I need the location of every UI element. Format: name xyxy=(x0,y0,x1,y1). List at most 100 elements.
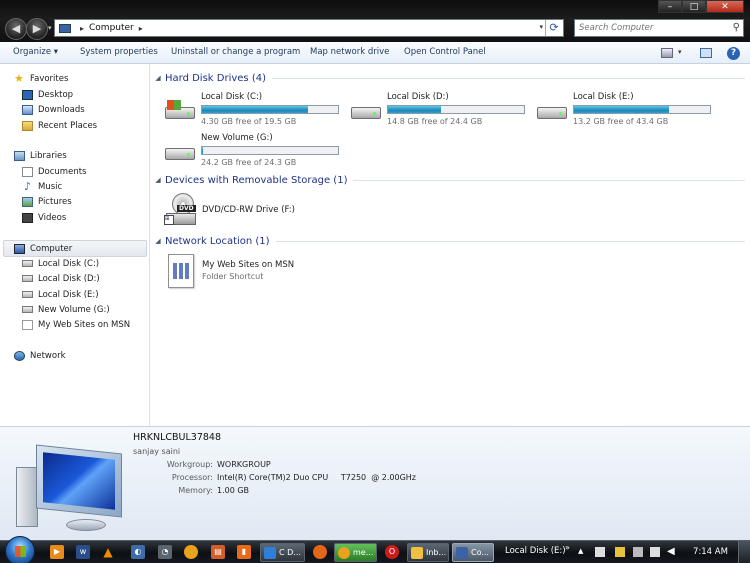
window-controls: – □ ✕ xyxy=(658,0,744,13)
sidebar-item-label: Videos xyxy=(38,212,67,223)
organize-button[interactable]: Organize ▾ xyxy=(13,47,58,57)
sidebar-item-drive-e[interactable]: Local Disk (E:) xyxy=(22,287,99,302)
hard-drive-icon xyxy=(163,141,197,163)
app-icon[interactable]: ▮ xyxy=(237,545,251,559)
sidebar-item-pictures[interactable]: Pictures xyxy=(22,194,72,209)
close-button[interactable]: ✕ xyxy=(706,0,744,13)
drive-name: New Volume (G:) xyxy=(201,133,273,143)
toolbar-chevron[interactable]: » xyxy=(565,543,570,552)
sidebar-item-label: Favorites xyxy=(30,73,69,84)
sidebar-item-network[interactable]: Network xyxy=(14,348,66,363)
preview-pane-icon[interactable] xyxy=(700,48,712,58)
task-label: me... xyxy=(353,548,374,557)
tray-app-icon[interactable] xyxy=(615,547,625,557)
processor-value: Intel(R) Core(TM)2 Duo CPU T7250 @ 2.00G… xyxy=(217,473,416,482)
task-computer[interactable]: Co... xyxy=(452,543,494,562)
opera-icon[interactable]: O xyxy=(385,545,399,559)
sidebar-item-label: Desktop xyxy=(38,89,74,100)
show-desktop-button[interactable] xyxy=(738,541,750,563)
drive-icon xyxy=(22,260,33,267)
search-icon[interactable]: ⚲ xyxy=(733,22,740,33)
dvd-drive-icon[interactable]: DVD ⊞ xyxy=(164,193,198,227)
network-location-name[interactable]: My Web Sites on MSN xyxy=(202,260,294,270)
app-icon[interactable]: w xyxy=(76,545,90,559)
network-icon xyxy=(14,350,25,361)
folder-shortcut-icon[interactable] xyxy=(168,254,194,288)
drive-item-d[interactable]: Local Disk (D:) 14.8 GB free of 24.4 GB xyxy=(349,92,529,128)
sidebar-item-my-web-sites[interactable]: My Web Sites on MSN xyxy=(22,317,130,332)
group-header-removable[interactable]: ◢ Devices with Removable Storage (1) xyxy=(151,173,745,187)
task-inbox[interactable]: Inb... xyxy=(407,543,449,562)
task-ie[interactable]: C D... xyxy=(260,543,305,562)
command-bar: Organize ▾ System properties Uninstall o… xyxy=(0,42,750,64)
minimize-button[interactable]: – xyxy=(658,0,682,13)
drive-usage-fill xyxy=(574,106,670,113)
maximize-button[interactable]: □ xyxy=(682,0,706,13)
sidebar-item-computer[interactable]: Computer xyxy=(14,241,72,256)
sidebar-item-videos[interactable]: Videos xyxy=(22,210,66,225)
sidebar-item-drive-g[interactable]: New Volume (G:) xyxy=(22,302,110,317)
sidebar-item-documents[interactable]: Documents xyxy=(22,164,86,179)
drive-free-space: 13.2 GB free of 43.4 GB xyxy=(573,117,669,126)
divider xyxy=(271,77,745,79)
sidebar-item-label: Documents xyxy=(38,166,87,177)
clock[interactable]: 7:14 AM xyxy=(693,547,728,557)
sidebar-item-drive-d[interactable]: Local Disk (D:) xyxy=(22,271,100,286)
views-icon[interactable] xyxy=(661,48,673,58)
address-toolbar[interactable]: Local Disk (E:) xyxy=(505,546,566,556)
open-control-panel-button[interactable]: Open Control Panel xyxy=(404,47,486,57)
media-player-icon[interactable]: ▶ xyxy=(50,545,64,559)
system-properties-button[interactable]: System properties xyxy=(80,47,158,57)
search-input[interactable] xyxy=(575,20,725,36)
drive-item-g[interactable]: New Volume (G:) 24.2 GB free of 24.3 GB xyxy=(163,133,343,169)
group-header-network[interactable]: ◢ Network Location (1) xyxy=(151,234,745,248)
group-header-hard-disk[interactable]: ◢ Hard Disk Drives (4) xyxy=(151,71,745,85)
back-button[interactable]: ◀ xyxy=(5,18,27,40)
sidebar-item-drive-c[interactable]: Local Disk (C:) xyxy=(22,256,99,271)
network-tray-icon[interactable] xyxy=(650,547,660,557)
help-button[interactable]: ? xyxy=(727,47,740,60)
memory-label: Memory: xyxy=(178,486,213,495)
drive-item-e[interactable]: Local Disk (E:) 13.2 GB free of 43.4 GB xyxy=(535,92,715,128)
battery-icon[interactable] xyxy=(633,547,643,557)
collapse-chevron-icon[interactable]: ◢ xyxy=(151,74,165,82)
chevron-right-icon[interactable]: ▸ xyxy=(80,24,84,33)
vlc-icon[interactable]: ▲ xyxy=(101,545,115,559)
show-hidden-icons-icon[interactable]: ▲ xyxy=(578,547,588,557)
sidebar-item-downloads[interactable]: Downloads xyxy=(22,102,85,117)
sidebar-item-desktop[interactable]: Desktop xyxy=(22,87,73,102)
drive-usage-bar xyxy=(201,105,339,114)
history-dropdown-icon[interactable]: ▾ xyxy=(48,24,52,32)
sidebar-item-recent-places[interactable]: Recent Places xyxy=(22,118,97,133)
app-icon[interactable]: ◐ xyxy=(131,545,145,559)
sidebar-item-libraries[interactable]: Libraries xyxy=(14,148,67,163)
breadcrumb-computer[interactable]: Computer xyxy=(89,23,134,33)
flag-icon[interactable] xyxy=(595,547,605,557)
volume-icon[interactable]: ◀ xyxy=(667,547,677,557)
sidebar-item-music[interactable]: ♪ Music xyxy=(22,179,62,194)
collapse-chevron-icon[interactable]: ◢ xyxy=(151,237,165,245)
app-icon[interactable]: ▤ xyxy=(211,545,225,559)
forward-button[interactable]: ▶ xyxy=(26,18,48,40)
address-bar[interactable]: ▸ Computer ▸ ▾ ⟳ xyxy=(54,19,564,37)
drive-item-c[interactable]: Local Disk (C:) 4.30 GB free of 19.5 GB xyxy=(163,92,343,128)
dvd-badge: DVD xyxy=(177,205,196,212)
address-dropdown-icon[interactable]: ▾ xyxy=(539,23,543,31)
chevron-right-icon[interactable]: ▸ xyxy=(139,24,143,33)
sidebar-item-favorites[interactable]: ★ Favorites xyxy=(14,71,68,86)
chrome-icon[interactable] xyxy=(184,545,198,559)
task-chrome[interactable]: me... xyxy=(334,543,377,562)
computer-icon xyxy=(59,23,71,33)
firefox-icon[interactable] xyxy=(313,545,327,559)
views-dropdown-icon[interactable]: ▾ xyxy=(678,48,682,56)
uninstall-program-button[interactable]: Uninstall or change a program xyxy=(171,47,300,57)
search-box[interactable]: ⚲ xyxy=(574,19,744,37)
map-network-drive-button[interactable]: Map network drive xyxy=(310,47,389,57)
app-icon[interactable]: ◔ xyxy=(158,545,172,559)
collapse-chevron-icon[interactable]: ◢ xyxy=(151,176,165,184)
start-button[interactable] xyxy=(5,536,35,563)
dvd-drive-name[interactable]: DVD/CD-RW Drive (F:) xyxy=(202,205,295,215)
drive-usage-fill xyxy=(388,106,442,113)
refresh-icon[interactable]: ⟳ xyxy=(545,20,562,36)
processor-label: Processor: xyxy=(171,473,213,482)
